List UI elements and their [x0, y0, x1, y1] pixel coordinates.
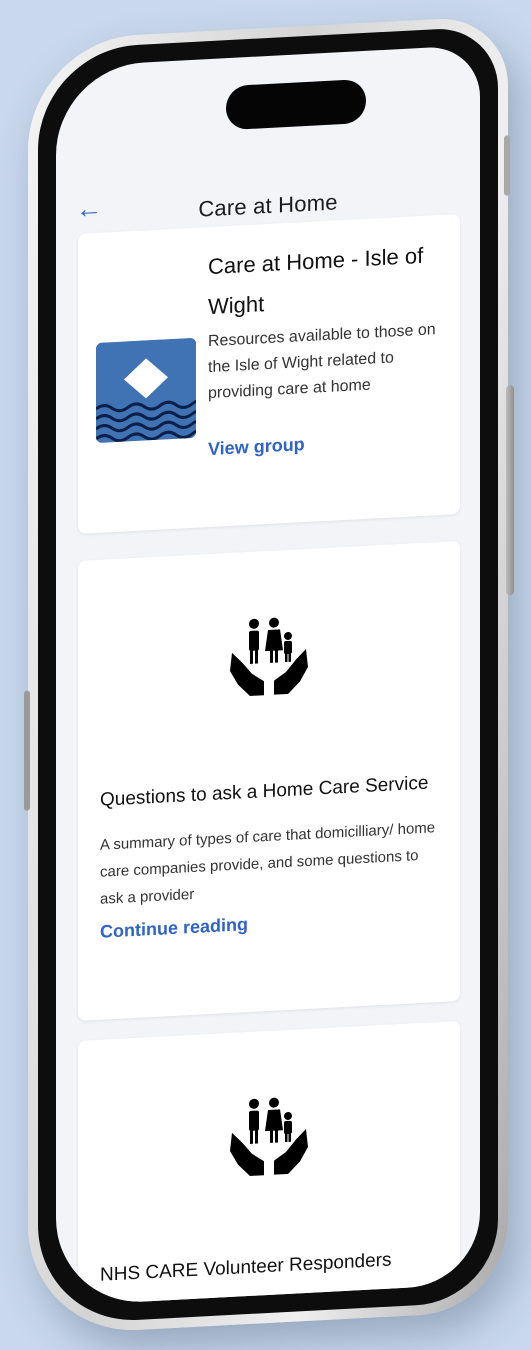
side-button [24, 690, 30, 811]
continue-reading-link[interactable]: Continue reading [100, 914, 248, 943]
card-description: Explore the invaluable support provided … [100, 1287, 442, 1306]
card-title: Questions to ask a Home Care Service [100, 772, 429, 811]
phone-bezel: ← Care at Home Care at Home - Isle of Wi… [38, 25, 498, 1326]
phone-screen: ← Care at Home Care at Home - Isle of Wi… [56, 44, 480, 1307]
power-button [506, 385, 514, 596]
family-care-hands-icon [224, 609, 314, 709]
group-card[interactable]: Care at Home - Isle of Wight Resources a… [78, 213, 460, 534]
isle-of-wight-logo-icon [96, 337, 196, 444]
article-card[interactable]: NHS CARE Volunteer Responders Explore th… [78, 1020, 460, 1307]
article-card[interactable]: Questions to ask a Home Care Service A s… [78, 540, 460, 1021]
family-care-hands-icon [224, 1089, 314, 1189]
view-group-link[interactable]: View group [208, 434, 305, 460]
dynamic-island [226, 78, 366, 131]
card-title: Care at Home - Isle of Wight [208, 242, 424, 320]
phone-frame: ← Care at Home Care at Home - Isle of Wi… [24, 15, 514, 1336]
volume-button [504, 135, 510, 196]
card-description: Resources available to those on the Isle… [208, 321, 436, 403]
card-description: A summary of types of care that domicill… [100, 819, 436, 908]
card-title: NHS CARE Volunteer Responders [100, 1249, 392, 1286]
page-title: Care at Home [198, 189, 338, 222]
